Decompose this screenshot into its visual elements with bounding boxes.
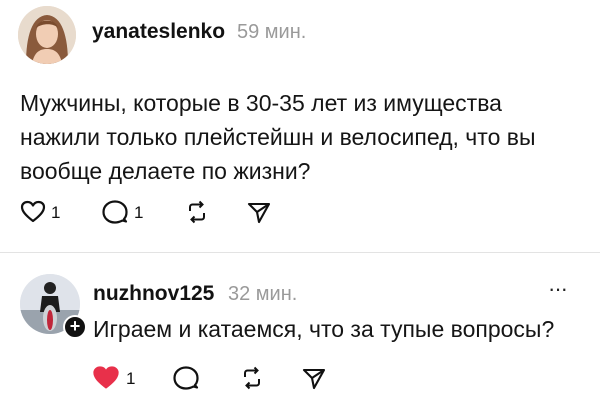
share-icon[interactable] xyxy=(247,201,271,225)
post-avatar[interactable] xyxy=(18,6,76,64)
heart-icon[interactable] xyxy=(92,365,120,391)
comment-icon[interactable] xyxy=(173,365,199,391)
divider xyxy=(0,252,600,253)
post-username[interactable]: yanateslenko xyxy=(92,20,225,44)
more-icon[interactable]: ··· xyxy=(548,276,568,302)
post-text: Мужчины, которые в 30-35 лет из имуществ… xyxy=(20,90,536,184)
follow-plus-icon[interactable]: + xyxy=(63,315,87,339)
reply-like-count: 1 xyxy=(126,369,136,388)
reply-username[interactable]: nuzhnov125 xyxy=(93,282,214,306)
reply-time: 32 мин. xyxy=(228,283,298,305)
post-time: 59 мин. xyxy=(237,21,307,43)
reply-text: Играем и катаемся, что за тупые вопросы? xyxy=(93,316,555,342)
share-icon[interactable] xyxy=(302,367,326,391)
heart-icon[interactable] xyxy=(20,200,46,224)
repost-icon[interactable] xyxy=(240,366,264,390)
post-reply-count: 1 xyxy=(134,203,144,222)
repost-icon[interactable] xyxy=(185,200,209,224)
comment-icon[interactable] xyxy=(102,199,128,225)
post-like-count: 1 xyxy=(51,203,61,222)
